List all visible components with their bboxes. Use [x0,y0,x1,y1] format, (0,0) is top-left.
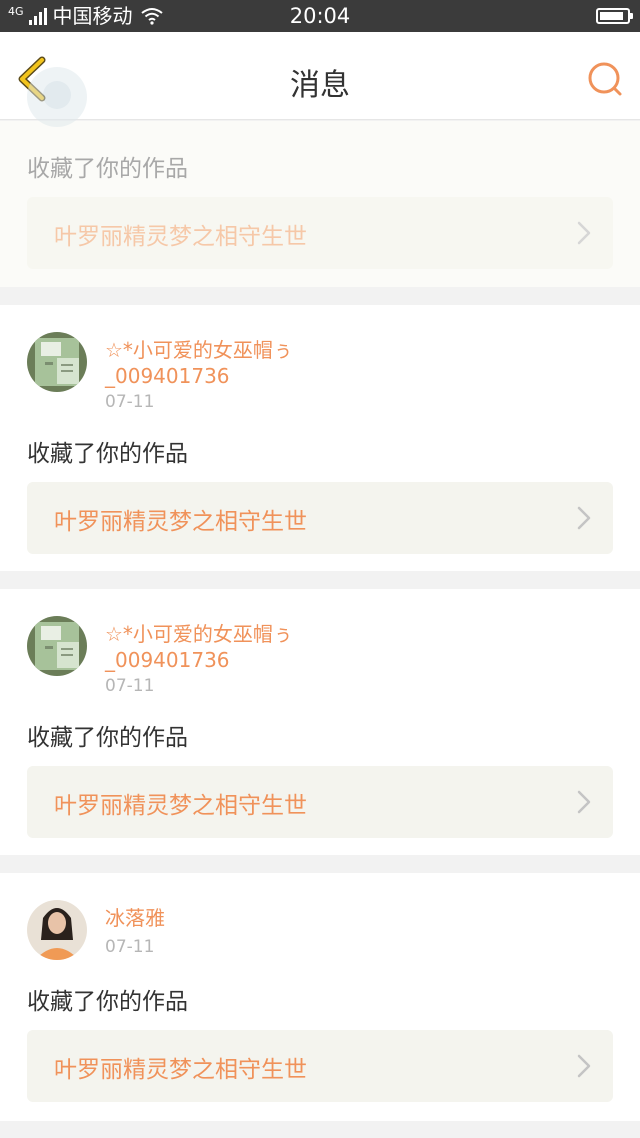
status-bar: 4G 中国移动 20:04 [0,0,640,32]
work-title: 叶罗丽精灵梦之相守生世 [54,509,307,535]
work-link[interactable]: 叶罗丽精灵梦之相守生世 [27,766,613,838]
avatar[interactable] [27,616,87,676]
message-action: 收藏了你的作品 [27,156,188,182]
message-card: ☆*小可爱的女巫帽ぅ_009401736 07-11 收藏了你的作品 叶罗丽精灵… [0,589,640,855]
work-title: 叶罗丽精灵梦之相守生世 [54,224,307,250]
work-link[interactable]: 叶罗丽精灵梦之相守生世 [27,482,613,554]
message-date: 07-11 [105,937,155,957]
chevron-right-icon [577,221,591,245]
message-action: 收藏了你的作品 [27,725,188,751]
chevron-right-icon [577,790,591,814]
avatar[interactable] [27,900,87,960]
user-name[interactable]: ☆*小可爱的女巫帽ぅ_009401736 [105,337,405,389]
avatar[interactable] [27,67,87,127]
status-time: 20:04 [289,4,351,28]
message-action: 收藏了你的作品 [27,989,188,1015]
message-date: 07-11 [105,676,155,696]
message-date: 07-11 [105,392,155,412]
work-link[interactable]: 叶罗丽精灵梦之相守生世 [27,1030,613,1102]
message-action: 收藏了你的作品 [27,441,188,467]
message-card: 冰落雅 07-11 收藏了你的作品 叶罗丽精灵梦之相守生世 [0,873,640,1121]
user-name[interactable]: ☆*小可爱的女巫帽ぅ_009401736 [105,621,405,673]
avatar[interactable] [27,332,87,392]
message-card: 收藏了你的作品 叶罗丽精灵梦之相守生世 [0,67,640,287]
battery-icon [596,8,633,24]
page-title: 消息 [290,68,350,103]
user-name[interactable]: 冰落雅 [105,905,405,931]
chevron-right-icon [577,1054,591,1078]
work-link[interactable]: 叶罗丽精灵梦之相守生世 [27,197,613,269]
message-card: ☆*小可爱的女巫帽ぅ_009401736 07-11 收藏了你的作品 叶罗丽精灵… [0,305,640,571]
chevron-right-icon [577,506,591,530]
work-title: 叶罗丽精灵梦之相守生世 [54,793,307,819]
search-icon [588,62,622,96]
nav-bar: 消息 [0,32,640,120]
battery-level [600,12,623,20]
work-title: 叶罗丽精灵梦之相守生世 [54,1057,307,1083]
search-button[interactable] [586,59,626,99]
